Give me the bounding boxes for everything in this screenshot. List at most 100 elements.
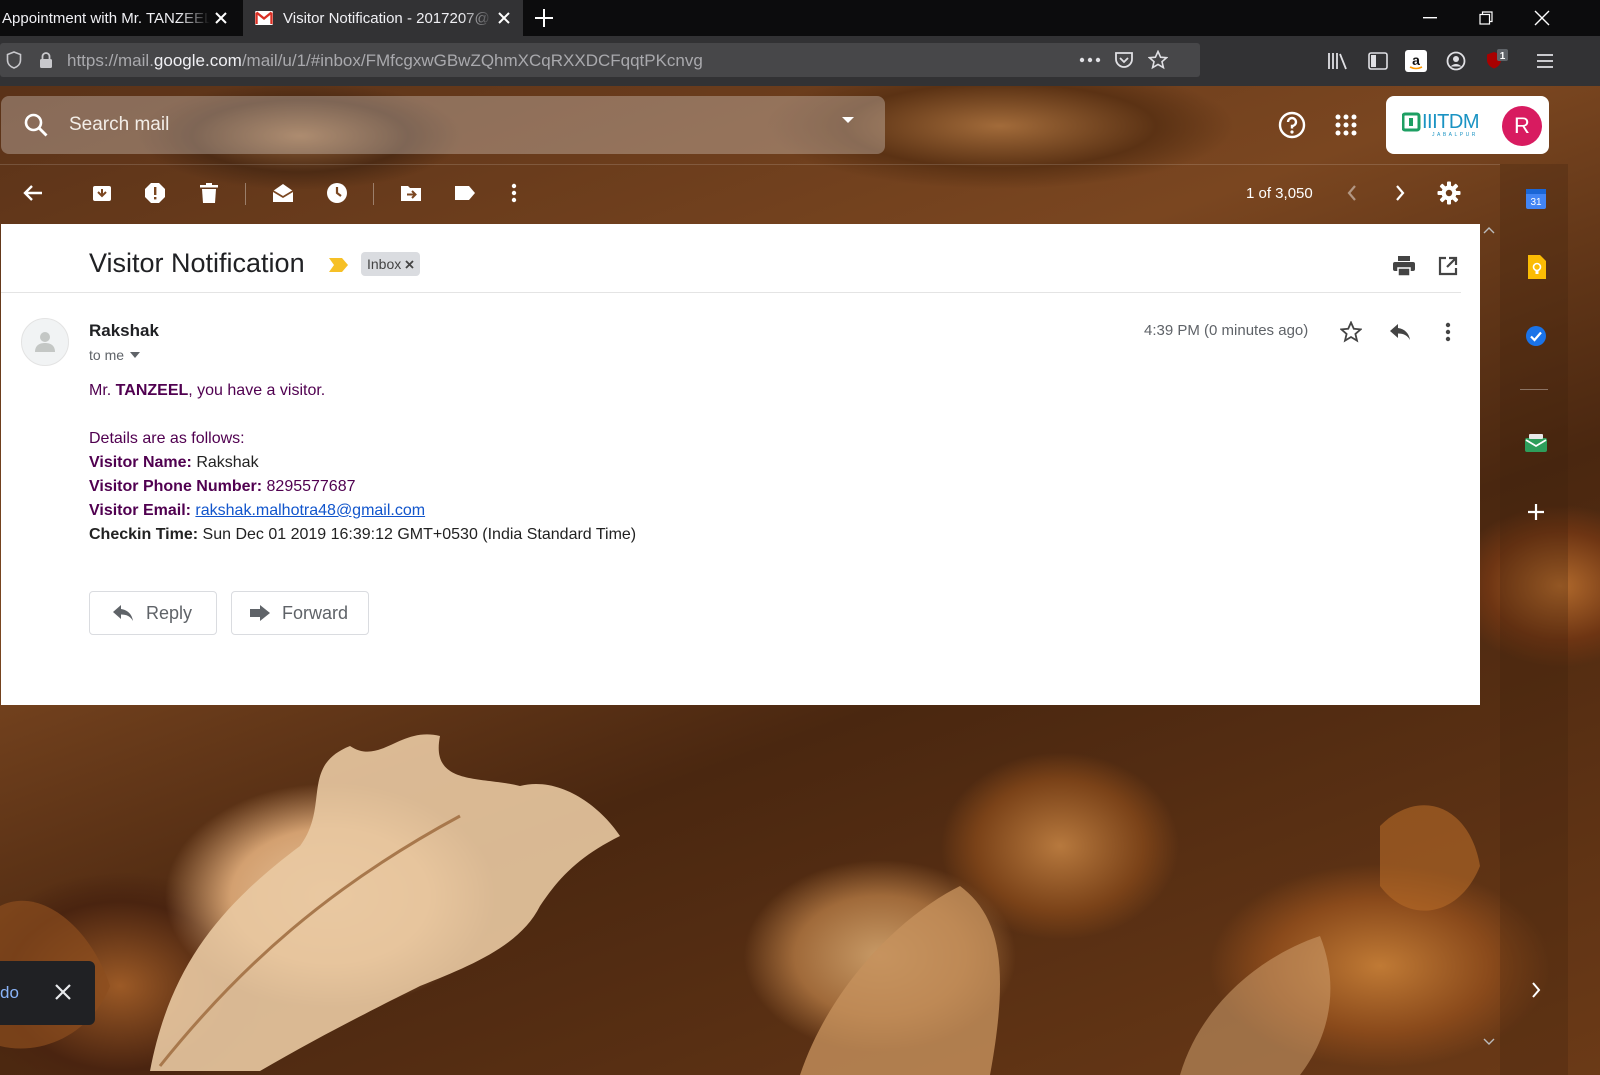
greeting-line: Mr. TANZEEL, you have a visitor.	[89, 382, 326, 399]
tab-title: Appointment with Mr. TANZEEL	[2, 9, 210, 27]
reply-icon[interactable]	[1386, 318, 1414, 346]
close-window-icon[interactable]	[1514, 0, 1570, 36]
ublock-icon[interactable]: 1	[1484, 49, 1508, 73]
checkin-time-row: Checkin Time: Sun Dec 01 2019 16:39:12 G…	[89, 526, 637, 543]
browser-menu-icon[interactable]	[1533, 49, 1557, 73]
search-bar[interactable]	[1, 96, 885, 154]
library-icon[interactable]	[1326, 49, 1350, 73]
pocket-icon[interactable]	[1112, 48, 1136, 72]
pagination-count: 1 of 3,050	[1246, 185, 1313, 202]
account-icon[interactable]	[1444, 49, 1468, 73]
calendar-icon[interactable]: 31	[1520, 183, 1552, 215]
toolbar-separator	[373, 183, 374, 205]
show-details-dropdown-icon[interactable]	[130, 352, 141, 358]
address-bar[interactable]: https://mail.google.com/mail/u/1/#inbox/…	[0, 43, 1200, 77]
sender-name[interactable]: Rakshak	[89, 321, 159, 341]
gmail-icon	[255, 11, 273, 25]
new-tab-icon[interactable]	[532, 6, 556, 30]
search-options-dropdown-icon[interactable]	[841, 116, 855, 124]
browser-tab-appointment[interactable]: Appointment with Mr. TANZEEL	[0, 0, 240, 36]
back-arrow-icon[interactable]	[19, 179, 47, 207]
page-actions-icon[interactable]	[1078, 48, 1102, 72]
forward-button[interactable]: Forward	[231, 591, 369, 635]
avatar[interactable]: R	[1502, 106, 1542, 146]
message-timestamp: 4:39 PM (0 minutes ago)	[1144, 322, 1309, 339]
amazon-icon[interactable]: a	[1404, 49, 1428, 73]
visitor-phone-row: Visitor Phone Number: 8295577687	[89, 478, 356, 495]
snooze-icon[interactable]	[323, 179, 351, 207]
newer-chevron-left-icon[interactable]	[1338, 179, 1366, 207]
get-addons-plus-icon[interactable]	[1520, 496, 1552, 528]
organization-logo: IIITDM JABALPUR	[1402, 111, 1480, 138]
visitor-email-link[interactable]: rakshak.malhotra48@gmail.com	[195, 502, 425, 519]
recipient-details[interactable]: to me	[89, 347, 141, 363]
print-icon[interactable]	[1390, 252, 1418, 280]
restore-icon[interactable]	[1458, 0, 1514, 36]
label-icon[interactable]	[451, 179, 479, 207]
browser-tab-bar: Appointment with Mr. TANZEEL Visitor Not…	[0, 0, 1600, 36]
default-user-icon	[35, 332, 55, 352]
organization-subtext: JABALPUR	[1432, 132, 1478, 138]
scroll-down-arrow-icon[interactable]	[1483, 1038, 1495, 1046]
snackbar: do	[0, 961, 95, 1025]
search-input[interactable]	[69, 108, 769, 142]
scroll-up-arrow-icon[interactable]	[1483, 226, 1495, 234]
delete-icon[interactable]	[195, 179, 223, 207]
side-panel-separator	[1520, 389, 1548, 390]
report-spam-icon[interactable]	[141, 179, 169, 207]
older-chevron-right-icon[interactable]	[1386, 179, 1414, 207]
visitor-name-row: Visitor Name: Rakshak	[89, 454, 259, 471]
move-to-icon[interactable]	[397, 179, 425, 207]
mark-unread-icon[interactable]	[269, 179, 297, 207]
details-intro: Details are as follows:	[89, 430, 245, 447]
addon-icon[interactable]	[1520, 428, 1552, 460]
svg-text:a: a	[1412, 52, 1420, 68]
apps-grid-icon[interactable]	[1326, 105, 1366, 145]
tab-title: Visitor Notification - 2017207@	[283, 9, 490, 27]
close-tab-icon[interactable]	[210, 7, 232, 29]
browser-nav-bar: https://mail.google.com/mail/u/1/#inbox/…	[0, 36, 1600, 86]
sidebar-toggle-icon[interactable]	[1366, 49, 1390, 73]
sender-avatar[interactable]	[21, 318, 69, 366]
svg-text:31: 31	[1530, 197, 1542, 208]
url-text[interactable]: https://mail.google.com/mail/u/1/#inbox/…	[67, 51, 703, 71]
reply-button[interactable]: Reply	[89, 591, 217, 635]
keep-icon[interactable]	[1520, 251, 1552, 283]
remove-label-icon[interactable]	[405, 259, 414, 269]
organization-name: IIITDM	[1422, 111, 1480, 133]
visitor-email-row: Visitor Email: rakshak.malhotra48@gmail.…	[89, 502, 426, 519]
tracking-shield-icon[interactable]	[2, 48, 26, 72]
inbox-label-chip: Inbox	[361, 252, 421, 276]
close-tab-icon[interactable]	[493, 7, 515, 29]
settings-gear-icon[interactable]	[1435, 179, 1463, 207]
expand-side-panel-chevron-icon[interactable]	[1520, 974, 1552, 1006]
archive-icon[interactable]	[88, 179, 116, 207]
reply-arrow-icon	[113, 605, 133, 621]
bookmark-star-icon[interactable]	[1146, 48, 1170, 72]
star-icon[interactable]	[1337, 318, 1365, 346]
open-in-new-window-icon[interactable]	[1434, 252, 1462, 280]
lock-icon[interactable]	[34, 48, 58, 72]
toolbar-separator	[245, 183, 246, 205]
header-divider	[0, 164, 1500, 165]
snackbar-text[interactable]: do	[0, 983, 19, 1003]
browser-tab-visitor-notification[interactable]: Visitor Notification - 2017207@	[243, 0, 523, 36]
tasks-icon[interactable]	[1520, 320, 1552, 352]
importance-marker-icon[interactable]	[329, 258, 349, 272]
email-subject: Visitor Notification	[89, 248, 305, 278]
account-switcher[interactable]: IIITDM JABALPUR R	[1386, 96, 1549, 154]
message-panel: Visitor Notification Inbox Rakshak to me…	[1, 224, 1480, 705]
help-icon[interactable]	[1272, 105, 1312, 145]
message-body: Mr. TANZEEL, you have a visitor. Details…	[89, 379, 636, 547]
forward-arrow-icon	[250, 605, 270, 621]
subject-divider	[1, 292, 1461, 293]
reply-button-label: Reply	[146, 602, 193, 623]
more-options-icon[interactable]	[500, 179, 528, 207]
side-panel	[1500, 164, 1568, 1075]
minimize-icon[interactable]	[1402, 0, 1458, 36]
search-icon[interactable]	[23, 112, 49, 138]
message-more-options-icon[interactable]	[1434, 318, 1462, 346]
close-snackbar-icon[interactable]	[52, 981, 74, 1003]
svg-text:1: 1	[1500, 51, 1506, 62]
gmail-app: IIITDM JABALPUR R 1 of 3,050	[0, 86, 1600, 1075]
